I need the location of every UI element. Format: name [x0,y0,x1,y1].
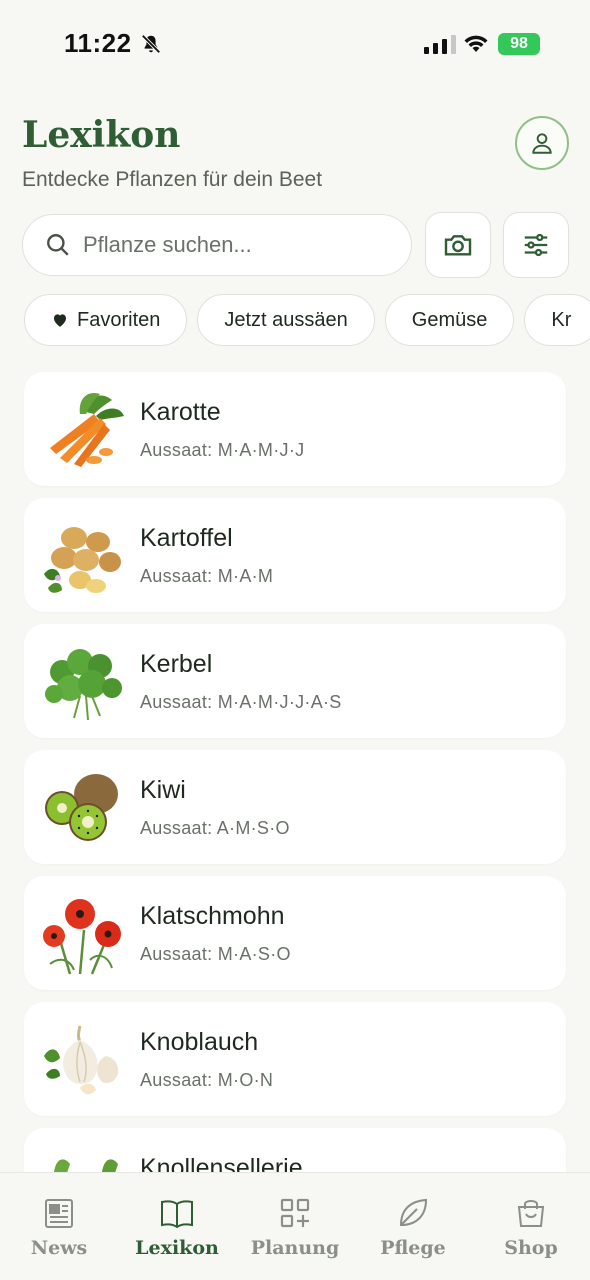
grid-plus-icon [280,1198,310,1228]
list-item[interactable]: Klatschmohn Aussaat: M·A·S·O [24,876,566,990]
chip-label: Jetzt aussäen [224,308,348,331]
nav-label: Shop [504,1237,558,1259]
nav-news[interactable]: News [0,1195,118,1259]
status-time-text: 11:22 [64,28,132,58]
search-icon [47,234,69,256]
filter-chips: Favoriten Jetzt aussäen Gemüse Kr [24,294,590,348]
plant-name: Kiwi [140,776,186,804]
heart-icon [54,314,66,327]
newspaper-icon [45,1199,73,1228]
nav-label: Lexikon [135,1237,219,1259]
open-book-icon [161,1200,193,1229]
chip-herbs[interactable]: Kr [524,294,590,346]
plant-sowing: Aussaat: M·A·M·J·J [140,440,305,460]
status-bar: 11:22 98 [0,0,590,90]
plant-name: Knoblauch [140,1028,259,1056]
poppy-icon [43,899,121,975]
nav-shop[interactable]: Shop [472,1195,590,1259]
chip-favorites[interactable]: Favoriten [24,294,188,346]
search-input[interactable] [83,232,383,258]
profile-button[interactable] [515,116,569,170]
camera-button[interactable] [425,212,491,278]
nav-label: News [30,1237,88,1259]
page-title: Lexikon [22,114,181,156]
shopping-bag-icon [517,1200,545,1227]
nav-label: Pflege [380,1237,446,1259]
page-subtitle: Entdecke Pflanzen für dein Beet [22,168,323,191]
chip-label: Favoriten [77,308,161,331]
filter-button[interactable] [503,212,569,278]
bottom-nav: News Lexikon Planung Pflege Shop [0,1172,590,1280]
potato-icon [44,527,121,593]
wifi-icon [464,35,488,52]
nav-label: Planung [250,1237,340,1259]
battery-indicator: 98 [498,33,540,55]
list-item[interactable]: Karotte Aussaat: M·A·M·J·J [24,372,566,486]
chip-vegetables[interactable]: Gemüse [384,294,515,346]
garlic-icon [44,1025,119,1095]
nav-planung[interactable]: Planung [236,1195,354,1259]
kiwi-icon [45,774,118,841]
list-item[interactable]: Kartoffel Aussaat: M·A·M [24,498,566,612]
user-icon [532,133,552,154]
cellular-signal-icon [424,34,456,54]
plant-sowing: Aussaat: M·A·M·J·J·A·S [140,692,342,712]
search-bar[interactable] [22,214,412,276]
chip-label: Kr [551,308,572,331]
sliders-icon [524,233,548,257]
battery-level: 98 [510,35,528,52]
nav-lexikon[interactable]: Lexikon [118,1195,236,1259]
plant-name: Kerbel [140,650,213,678]
carrot-icon [50,392,124,467]
plant-sowing: Aussaat: M·A·S·O [140,944,291,964]
plant-name: Kartoffel [140,524,233,552]
silent-bell-icon [141,33,161,54]
plant-sowing: Aussaat: M·O·N [140,1070,274,1090]
status-time: 11:22 [64,28,162,59]
plant-sowing: Aussaat: M·A·M [140,566,274,586]
chervil-icon [45,649,122,721]
camera-icon [444,235,472,256]
list-item[interactable]: Kerbel Aussaat: M·A·M·J·J·A·S [24,624,566,738]
plant-name: Klatschmohn [140,902,285,930]
chip-sow-now[interactable]: Jetzt aussäen [197,294,375,346]
list-item[interactable]: Kiwi Aussaat: A·M·S·O [24,750,566,864]
chip-label: Gemüse [411,308,488,331]
list-item[interactable]: Knoblauch Aussaat: M·O·N [24,1002,566,1116]
leaf-icon [399,1198,428,1227]
plant-name: Karotte [140,398,221,426]
nav-pflege[interactable]: Pflege [354,1195,472,1259]
plant-sowing: Aussaat: A·M·S·O [140,818,290,838]
